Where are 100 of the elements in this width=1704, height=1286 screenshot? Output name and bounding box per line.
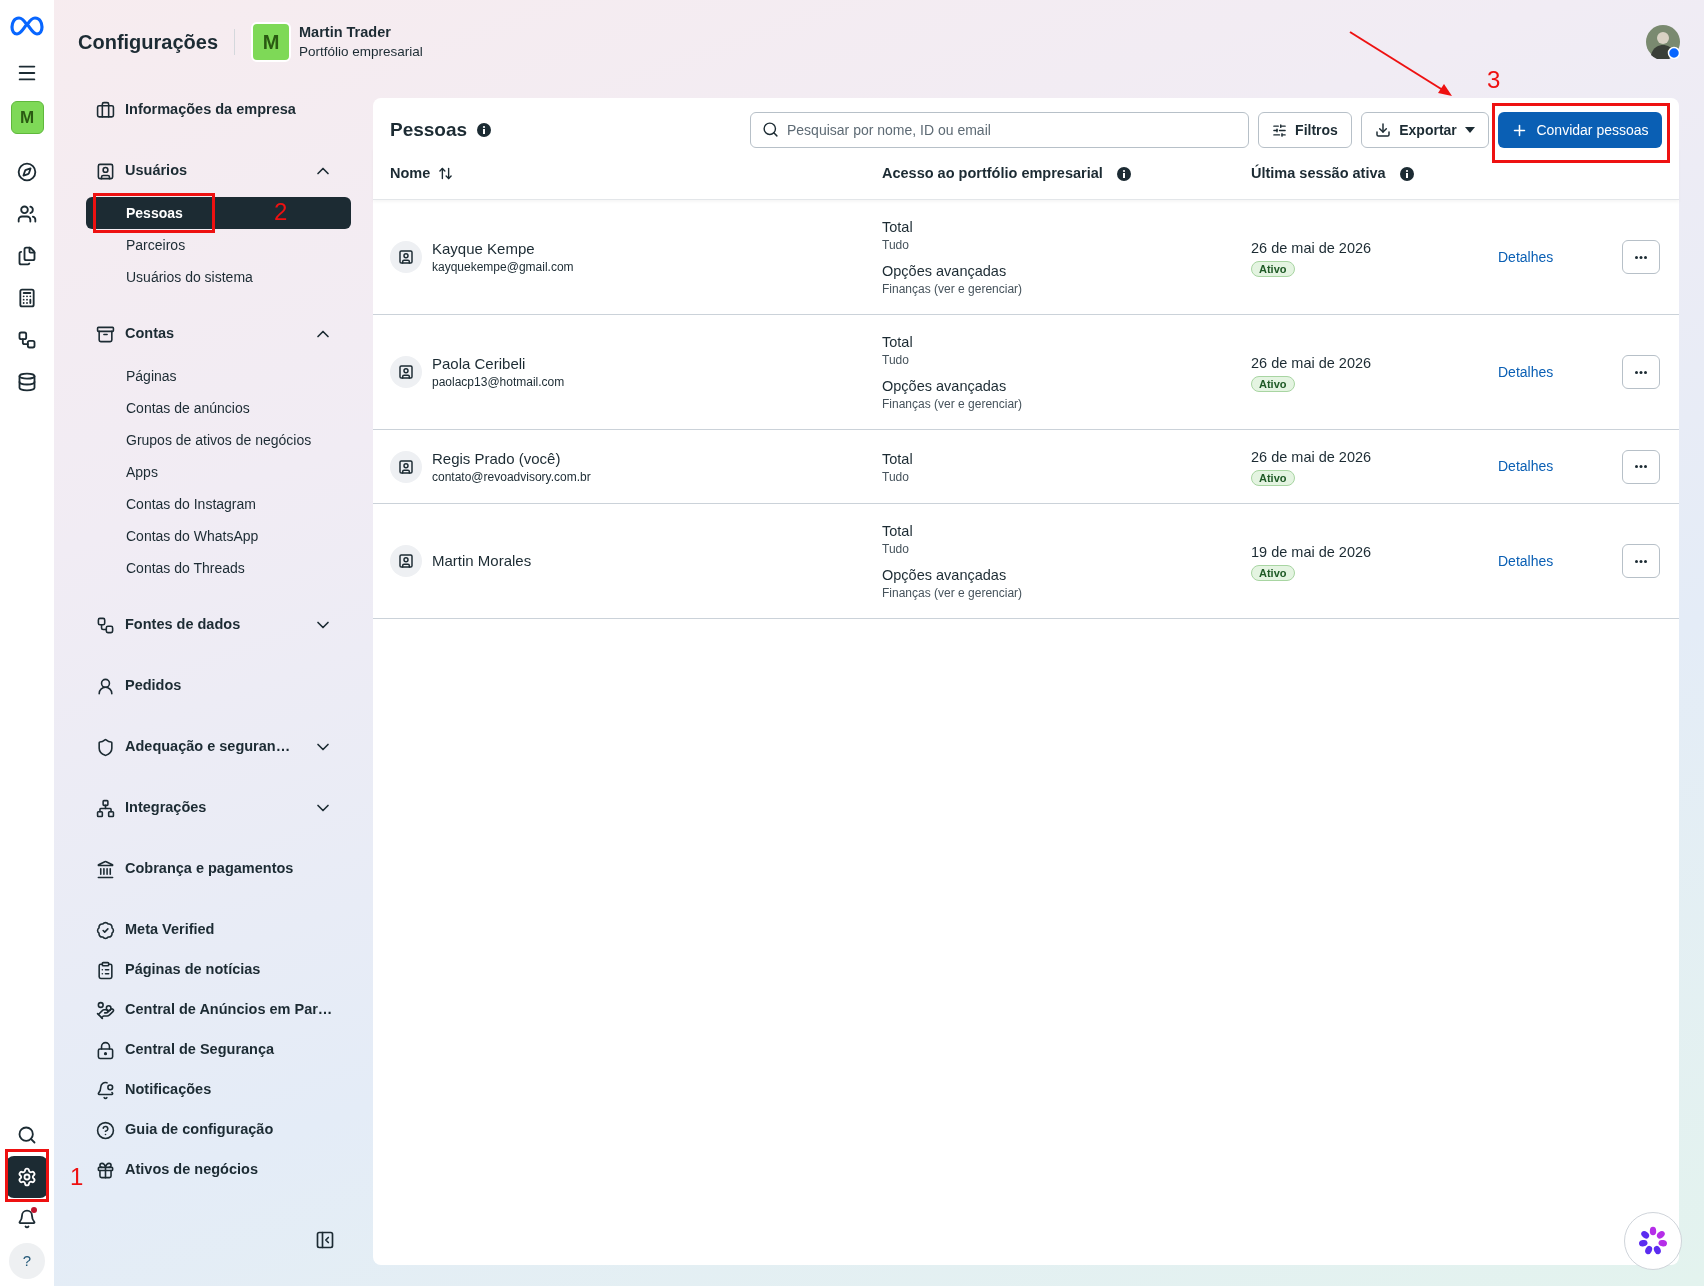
sidebar-subitem[interactable]: Contas de anúncios [86,392,351,424]
more-icon [1635,370,1647,374]
sort-icon[interactable] [438,166,454,181]
info-icon [1399,166,1414,181]
calculator-icon[interactable] [17,288,37,308]
sidebar-group[interactable]: Integrações [86,788,351,828]
sidebar-item[interactable]: Central de Segurança [86,1030,351,1070]
sidebar-subitem[interactable]: Grupos de ativos de negócios [86,424,351,456]
person-name: Kayque Kempe [432,239,536,259]
bell-icon[interactable] [17,1209,37,1229]
access-detail: Finanças (ver e gerenciar) [882,585,1024,601]
sidebar-item[interactable]: Informações da empresa [86,90,351,130]
access-level: Opções avançadas [882,377,1008,396]
column-header: Última sessão ativa [1251,163,1386,183]
network-icon [96,615,115,635]
column-header: Acesso ao portfólio empresarial [882,163,1103,183]
portfolio-avatar[interactable]: M [251,22,292,62]
collapse-sidebar-icon[interactable] [315,1230,335,1250]
network-icon[interactable] [17,330,37,350]
details-link[interactable]: Detalhes [1498,361,1622,383]
help-icon [96,1120,115,1140]
access-detail: Tudo [882,237,910,253]
contact-card-icon [96,161,115,181]
access-level: Total [882,449,914,469]
people-icon[interactable] [17,204,37,224]
page-title: Configurações [78,30,219,55]
sidebar-item[interactable]: Pedidos [86,666,351,706]
column-header[interactable]: Nome [390,162,431,185]
portfolio-avatar[interactable]: M [10,101,44,134]
sidebar-group[interactable]: Contas [86,314,351,354]
clipboard-icon [96,960,115,980]
more-icon [1635,255,1647,259]
session-date: 26 de mai de 2026 [1251,238,1372,258]
more-icon [1635,465,1647,468]
person-email: contato@revoadvisory.com.br [432,468,591,485]
documents-icon[interactable] [17,246,37,266]
sidebar-item[interactable]: Meta Verified [86,910,351,950]
person-email: paolacp13@hotmail.com [432,374,565,390]
sidebar-subitem[interactable]: Contas do Instagram [86,488,351,520]
sidebar-subitem[interactable]: Apps [86,456,351,488]
sidebar-item[interactable]: Notificações [86,1070,351,1110]
sidebar-item[interactable]: Cobrança e pagamentos [86,849,351,889]
sidebar-item[interactable]: Central de Anúncios em Par… [86,990,351,1030]
status-badge: Ativo [1251,470,1295,486]
sidebar-group[interactable]: Fontes de dados [86,605,351,645]
sidebar-subitem[interactable]: Usuários do sistema [86,261,351,293]
user-icon [96,676,115,696]
search-icon [762,121,779,138]
sidebar-subitem[interactable]: Contas do WhatsApp [86,520,351,552]
info-icon [1116,166,1131,181]
search-icon[interactable] [17,1125,37,1145]
settings-icon[interactable] [17,1167,37,1187]
access-level: Opções avançadas [882,566,1008,585]
contact-card-icon [398,249,414,265]
sidebar-group[interactable]: Adequação e seguran… [86,727,351,767]
details-link[interactable]: Detalhes [1498,456,1622,477]
export-button[interactable]: Exportar [1361,112,1489,148]
gift-box-icon [96,1160,115,1180]
more-icon [1635,559,1647,563]
help-button[interactable]: ? [9,1243,45,1279]
bank-icon [96,859,115,879]
briefcase-icon [96,100,115,120]
database-icon[interactable] [17,372,37,392]
access-level: Total [882,522,914,541]
session-date: 19 de mai de 2026 [1251,542,1372,562]
flower-icon [1637,1225,1669,1257]
sidebar-item[interactable]: Ativos de negócios [86,1150,351,1190]
infinity-logo-icon[interactable] [10,15,44,37]
invite-button[interactable]: Convidar pessoas [1498,112,1662,148]
sidebar-subitem[interactable]: Páginas [86,360,351,392]
profile-avatar[interactable] [1646,25,1680,59]
details-link[interactable]: Detalhes [1498,550,1622,572]
session-date: 26 de mai de 2026 [1251,353,1372,373]
nodes-icon [96,798,115,818]
shield-icon [96,737,115,757]
step-number: 3 [1487,66,1501,94]
step-number: 2 [274,198,288,226]
contact-card-icon [398,553,414,569]
search-field[interactable]: Pesquisar por nome, ID ou email [750,112,1249,148]
session-date: 26 de mai de 2026 [1251,448,1372,467]
sidebar-subitem[interactable]: Parceiros [86,229,351,261]
access-detail: Finanças (ver e gerenciar) [882,281,1024,297]
access-level: Total [882,333,914,352]
status-badge: Ativo [1251,564,1295,581]
step-number: 1 [70,1163,84,1191]
notification-icon [96,1080,115,1100]
sidebar-group[interactable]: Usuários [86,151,351,191]
portfolio-type: Portfólio empresarial [299,43,423,61]
lock-icon [96,1040,115,1060]
access-detail: Tudo [882,468,910,485]
compass-icon[interactable] [17,162,37,182]
highlight-frame [5,1149,49,1202]
sidebar-item[interactable]: Páginas de notícias [86,950,351,990]
sidebar-subitem[interactable]: Contas do Threads [86,552,351,584]
details-link[interactable]: Detalhes [1498,246,1622,268]
filters-button[interactable]: Filtros [1258,112,1352,148]
sidebar-item[interactable]: Guia de configuração [86,1110,351,1150]
caret-icon [1464,127,1475,133]
access-level: Opções avançadas [882,262,1008,281]
archive-icon [96,324,115,344]
